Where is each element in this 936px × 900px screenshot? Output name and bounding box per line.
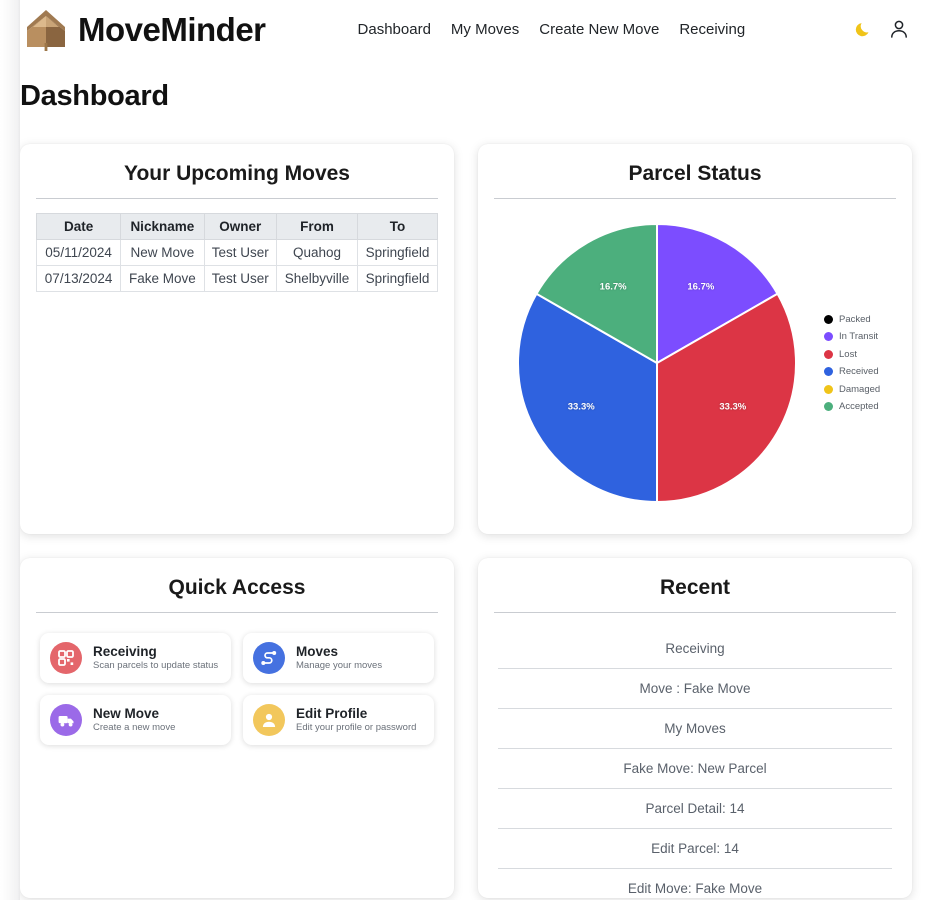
- brand[interactable]: MoveMinder: [24, 7, 266, 51]
- tile-subtitle: Manage your moves: [296, 659, 383, 671]
- nav-link-my-moves[interactable]: My Moves: [451, 21, 519, 38]
- card-recent: Recent Receiving Move : Fake Move My Moves…: [478, 558, 912, 898]
- column-header-from: From: [276, 213, 358, 240]
- tile-title: Receiving: [93, 644, 157, 660]
- column-header-date: Date: [35, 213, 122, 240]
- recent-list-item[interactable]: Fake Move: New Parcel: [498, 749, 892, 789]
- column-header-owner: Owner: [203, 213, 278, 240]
- divider: [494, 198, 896, 199]
- legend-label: In Transit: [839, 331, 879, 343]
- table-row[interactable]: 07/13/2024 Fake Move Test User Shelbyvil…: [35, 265, 439, 292]
- quick-access-tile-moves[interactable]: Moves Manage your moves: [243, 633, 434, 683]
- pie-slice-label: 16.7%: [687, 281, 715, 293]
- legend-item[interactable]: Damaged: [824, 384, 880, 395]
- cell-nickname: Fake Move: [120, 265, 205, 292]
- recent-title: Recent: [659, 576, 731, 599]
- legend-label: Packed: [839, 313, 871, 325]
- quick-access-tile-new-move[interactable]: New Move Create a new move: [40, 695, 231, 745]
- cell-owner: Test User: [203, 265, 278, 292]
- nav-link-create-new-move[interactable]: Create New Move: [539, 21, 659, 38]
- brand-name: MoveMinder: [78, 10, 266, 48]
- legend-color-swatch: [824, 349, 833, 359]
- recent-list-item[interactable]: Edit Move: Fake Move: [498, 869, 892, 900]
- qr-code-icon: [50, 642, 82, 674]
- tile-title: New Move: [93, 706, 160, 722]
- divider: [36, 612, 438, 613]
- upcoming-moves-table: Date Nickname Owner From To 05/11/2024 N…: [35, 213, 439, 292]
- table-row[interactable]: 05/11/2024 New Move Test User Quahog Spr…: [35, 239, 439, 266]
- pie-chart[interactable]: 16.7% 33.3% 33.3% 16.7%: [516, 222, 798, 504]
- cell-date: 07/13/2024: [35, 265, 122, 292]
- legend-color-swatch: [824, 332, 833, 342]
- tile-subtitle: Edit your profile or password: [296, 721, 417, 733]
- person-icon: [253, 704, 285, 736]
- moon-icon[interactable]: [854, 19, 874, 39]
- legend-label: Accepted: [839, 401, 879, 413]
- page-title: Dashboard: [20, 80, 169, 112]
- nav-link-dashboard[interactable]: Dashboard: [358, 21, 431, 38]
- column-header-nickname: Nickname: [120, 213, 205, 240]
- truck-icon: [50, 704, 82, 736]
- nav-link-receiving[interactable]: Receiving: [679, 21, 745, 38]
- table-header-row: Date Nickname Owner From To: [35, 213, 439, 240]
- pie-chart-legend: Packed In Transit Lost Received Damaged Accep…: [824, 314, 880, 412]
- cardboard-house-box-logo-icon: [24, 7, 68, 51]
- legend-item[interactable]: Packed: [824, 314, 880, 325]
- quick-access-tile-receiving[interactable]: Receiving Scan parcels to update status: [40, 633, 231, 683]
- legend-item[interactable]: Received: [824, 366, 880, 377]
- cell-owner: Test User: [203, 239, 278, 266]
- pie-slice-label: 33.3%: [719, 401, 747, 413]
- parcel-status-title: Parcel Status: [628, 162, 762, 185]
- legend-item[interactable]: Lost: [824, 349, 880, 360]
- divider: [494, 612, 896, 613]
- cell-to: Springfield: [356, 239, 439, 266]
- cell-from: Quahog: [276, 239, 358, 266]
- legend-color-swatch: [824, 384, 833, 394]
- tile-subtitle: Create a new move: [93, 721, 176, 733]
- legend-label: Lost: [839, 348, 857, 360]
- quick-access-tile-edit-profile[interactable]: Edit Profile Edit your profile or passwo…: [243, 695, 434, 745]
- legend-item[interactable]: In Transit: [824, 331, 880, 342]
- recent-list-item[interactable]: Edit Parcel: 14: [498, 829, 892, 869]
- tile-subtitle: Scan parcels to update status: [93, 659, 219, 671]
- route-icon: [253, 642, 285, 674]
- dashboard-grid: Your Upcoming Moves Date Nickname Owner …: [0, 128, 936, 898]
- cell-date: 05/11/2024: [35, 239, 122, 266]
- pie-slice-label: 16.7%: [599, 281, 627, 293]
- recent-list-item[interactable]: My Moves: [498, 709, 892, 749]
- recent-list-item[interactable]: Receiving: [498, 627, 892, 669]
- pie-slice-label: 33.3%: [567, 401, 595, 413]
- main-nav: Dashboard My Moves Create New Move Recei…: [358, 21, 746, 38]
- quick-access-tiles: Receiving Scan parcels to update status …: [36, 627, 438, 745]
- recent-list-item[interactable]: Parcel Detail: 14: [498, 789, 892, 829]
- parcel-status-chart-area: 16.7% 33.3% 33.3% 16.7% Packed In Transit Los…: [494, 213, 896, 513]
- cell-from: Shelbyville: [276, 265, 358, 292]
- card-quick-access: Quick Access Receiving Scan parcels to u…: [20, 558, 454, 898]
- legend-color-swatch: [824, 367, 833, 377]
- recent-list: Receiving Move : Fake Move My Moves Fake Mo…: [494, 627, 896, 900]
- navbar: MoveMinder Dashboard My Moves Create New…: [0, 0, 936, 58]
- tile-title: Edit Profile: [296, 706, 368, 722]
- legend-color-swatch: [824, 314, 833, 324]
- recent-list-item[interactable]: Move : Fake Move: [498, 669, 892, 709]
- legend-label: Received: [839, 366, 879, 378]
- legend-color-swatch: [824, 402, 833, 412]
- card-upcoming-moves: Your Upcoming Moves Date Nickname Owner …: [20, 144, 454, 534]
- cell-nickname: New Move: [120, 239, 205, 266]
- card-parcel-status: Parcel Status 16.7% 33.3% 33.3% 16.7% Packe…: [478, 144, 912, 534]
- tile-title: Moves: [296, 644, 339, 660]
- navbar-actions: [854, 18, 918, 40]
- legend-label: Damaged: [839, 383, 881, 395]
- user-icon[interactable]: [888, 18, 910, 40]
- column-header-to: To: [356, 213, 439, 240]
- divider: [36, 198, 438, 199]
- quick-access-title: Quick Access: [168, 576, 306, 599]
- cell-to: Springfield: [356, 265, 439, 292]
- upcoming-moves-title: Your Upcoming Moves: [124, 162, 350, 185]
- legend-item[interactable]: Accepted: [824, 401, 880, 412]
